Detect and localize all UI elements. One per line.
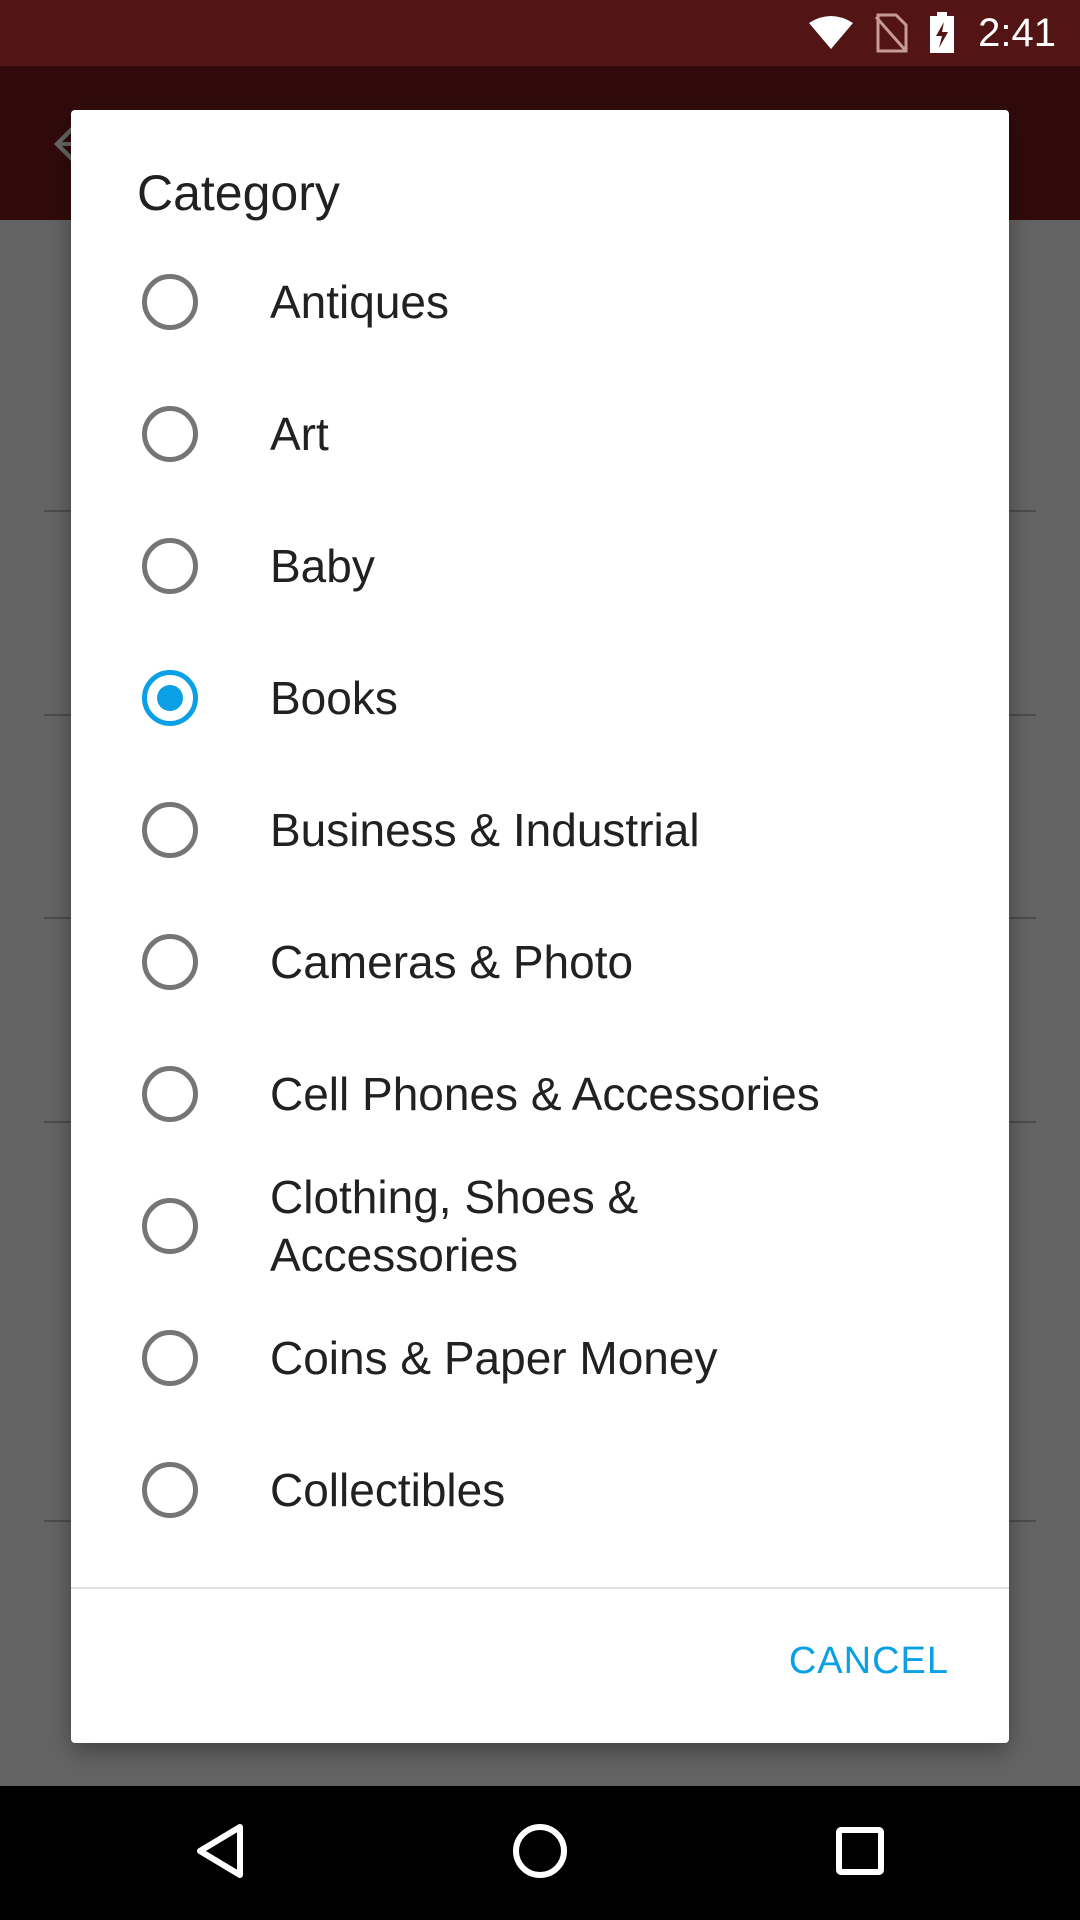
nav-recents-button[interactable]	[760, 1786, 960, 1920]
category-option[interactable]: Cell Phones & Accessories	[71, 1028, 1009, 1160]
option-label: Clothing, Shoes & Accessories	[270, 1171, 639, 1281]
status-icons: 2:41	[808, 0, 1056, 66]
category-option[interactable]: Art	[71, 368, 1009, 500]
option-label: Coins & Paper Money	[270, 1332, 718, 1384]
option-label: Antiques	[270, 276, 450, 328]
status-bar: 2:41	[0, 0, 1080, 66]
option-label: Cell Phones & Accessories	[270, 1068, 820, 1120]
nav-home-button[interactable]	[440, 1786, 640, 1920]
dialog-title: Category	[137, 165, 340, 221]
battery-charging-icon	[928, 12, 956, 54]
back-triangle-icon	[194, 1823, 246, 1884]
option-label: Baby	[270, 540, 375, 592]
option-label: Collectibles	[270, 1464, 506, 1516]
wifi-icon	[808, 15, 854, 51]
category-option[interactable]: Clothing, Shoes & Accessories	[71, 1160, 1009, 1292]
radio-unchecked-icon[interactable]	[142, 1066, 198, 1122]
radio-unchecked-icon[interactable]	[142, 1330, 198, 1386]
option-label: Art	[270, 408, 329, 460]
radio-unchecked-icon[interactable]	[142, 538, 198, 594]
category-option[interactable]: Baby	[71, 500, 1009, 632]
radio-unchecked-icon[interactable]	[142, 406, 198, 462]
option-label: Cameras & Photo	[270, 936, 634, 988]
home-circle-icon	[512, 1823, 568, 1884]
nav-back-button[interactable]	[120, 1786, 320, 1920]
no-sim-icon	[874, 13, 908, 53]
radio-unchecked-icon[interactable]	[142, 1198, 198, 1254]
cancel-button[interactable]: CANCEL	[789, 1640, 949, 1683]
status-time: 2:41	[978, 10, 1056, 55]
category-dialog: Category Antiques Art Baby Books Busines…	[71, 110, 1009, 1743]
radio-unchecked-icon[interactable]	[142, 1462, 198, 1518]
dialog-divider	[71, 1587, 1009, 1589]
radio-unchecked-icon[interactable]	[142, 802, 198, 858]
category-option[interactable]: Business & Industrial	[71, 764, 1009, 896]
radio-unchecked-icon[interactable]	[142, 934, 198, 990]
category-option[interactable]: Books	[71, 632, 1009, 764]
radio-unchecked-icon[interactable]	[142, 274, 198, 330]
category-option[interactable]: Collectibles	[71, 1424, 1009, 1556]
category-option[interactable]: Coins & Paper Money	[71, 1292, 1009, 1424]
category-option[interactable]: Cameras & Photo	[71, 896, 1009, 1028]
category-option[interactable]: Antiques	[71, 236, 1009, 368]
navigation-bar	[0, 1786, 1080, 1920]
radio-checked-icon[interactable]	[142, 670, 198, 726]
category-option-list: Antiques Art Baby Books Business & Indus…	[71, 236, 1009, 1556]
option-label: Business & Industrial	[270, 804, 700, 856]
option-label: Books	[270, 672, 398, 724]
recents-square-icon	[835, 1826, 885, 1881]
